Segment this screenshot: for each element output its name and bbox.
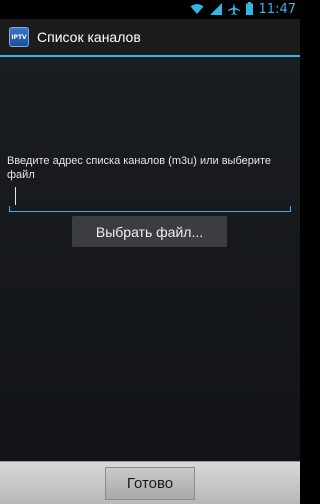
input-underline-tick-right [290,206,291,212]
content-area [0,57,300,461]
wifi-icon [190,0,204,19]
battery-icon [245,0,253,19]
signal-icon [209,0,222,19]
done-button[interactable]: Готово [105,467,195,500]
text-cursor [15,187,16,205]
page-title: Список каналов [37,29,141,45]
action-bar: IPTV Список каналов [0,19,300,57]
playlist-url-input[interactable] [9,186,291,212]
app-icon[interactable]: IPTV [9,27,29,47]
clock: 11:47 [258,2,296,17]
airplane-icon [227,0,240,19]
choose-file-button[interactable]: Выбрать файл... [72,216,227,247]
input-underline-tick-left [9,206,10,212]
url-prompt-label: Введите адрес списка каналов (m3u) или в… [7,155,272,181]
status-bar: 11:47 [0,0,300,19]
